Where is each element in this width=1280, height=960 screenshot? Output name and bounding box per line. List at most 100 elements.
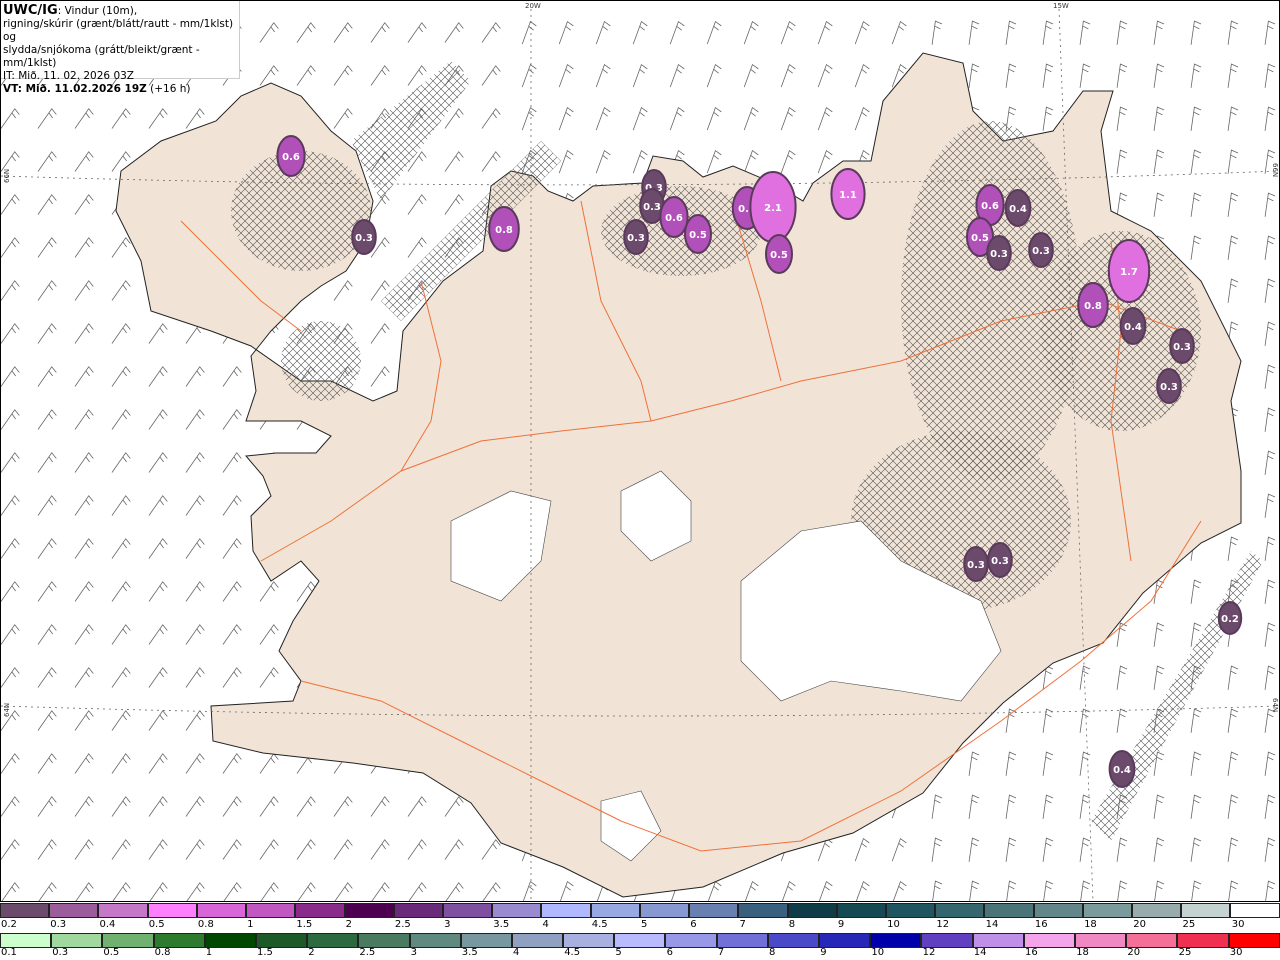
wind-barb bbox=[222, 667, 242, 688]
wind-barb bbox=[595, 20, 611, 45]
weather-map: 0.60.80.30.30.30.60.30.50.72.10.51.10.60… bbox=[0, 0, 1280, 905]
rain-legend-swatch bbox=[614, 933, 666, 948]
precip-value-label: 0.4 bbox=[1113, 765, 1131, 776]
wind-barb bbox=[222, 624, 242, 645]
precip-value-label: 0.3 bbox=[1173, 342, 1191, 353]
snow-legend-label: 1.5 bbox=[296, 919, 313, 930]
wind-barb bbox=[854, 106, 870, 131]
wind-barb bbox=[259, 839, 279, 860]
snow-legend-swatch bbox=[49, 903, 99, 918]
snow-legend-label: 7 bbox=[739, 919, 746, 930]
wind-barb bbox=[595, 149, 611, 174]
wind-barb bbox=[37, 280, 57, 301]
snow-legend-label: 4 bbox=[542, 919, 549, 930]
rain-legend-swatch bbox=[563, 933, 615, 948]
precip-value-label: 0.5 bbox=[689, 230, 707, 241]
rain-legend-swatch bbox=[767, 933, 819, 948]
rain-legend-label: 2.5 bbox=[359, 947, 376, 958]
wind-barb bbox=[968, 63, 980, 88]
rain-legend-label: 12 bbox=[922, 947, 936, 958]
wind-barb bbox=[407, 839, 427, 860]
wind-barb bbox=[1153, 837, 1165, 862]
wind-barb bbox=[185, 495, 205, 516]
wind-barb bbox=[854, 880, 870, 905]
snow-legend-label: 2 bbox=[345, 919, 352, 930]
wind-barb bbox=[111, 581, 131, 602]
wind-barb bbox=[743, 880, 759, 905]
wind-barb bbox=[1116, 880, 1128, 905]
wind-barb bbox=[558, 149, 574, 174]
rain-legend-label: 4.5 bbox=[564, 947, 581, 958]
lat-label-64n-left: 64N bbox=[3, 702, 11, 717]
wind-barb bbox=[296, 796, 316, 817]
wind-barb bbox=[222, 366, 242, 387]
wind-barb bbox=[296, 882, 316, 903]
precip-value-label: 1.1 bbox=[839, 190, 857, 201]
wind-barb bbox=[259, 624, 279, 645]
wind-barb bbox=[780, 106, 796, 131]
wind-barb bbox=[0, 194, 20, 215]
wind-barb bbox=[743, 106, 759, 131]
wind-barb bbox=[481, 151, 501, 172]
snow-legend-label: 20 bbox=[1133, 919, 1147, 930]
wind-barb bbox=[1264, 837, 1276, 862]
wind-barb bbox=[0, 452, 20, 473]
wind-barb bbox=[1005, 751, 1017, 776]
wind-barb bbox=[111, 624, 131, 645]
wind-barb bbox=[444, 22, 464, 43]
snow-legend-swatch bbox=[1033, 903, 1083, 918]
wind-barb bbox=[780, 20, 796, 45]
rain-legend-swatch bbox=[460, 933, 512, 948]
rain-legend-swatch bbox=[204, 933, 256, 948]
snow-legend-swatch bbox=[442, 903, 493, 918]
wind-barb bbox=[259, 581, 279, 602]
wind-barb bbox=[259, 22, 279, 43]
wind-barb bbox=[1042, 63, 1054, 88]
wind-barb bbox=[1005, 837, 1017, 862]
wind-barb bbox=[1227, 235, 1239, 260]
snow-legend-label: 1 bbox=[247, 919, 254, 930]
precip-value-label: 0.6 bbox=[665, 213, 683, 224]
rain-legend-label: 25 bbox=[1178, 947, 1192, 958]
wind-barb bbox=[74, 882, 94, 903]
snow-legend-swatch bbox=[295, 903, 345, 918]
rain-legend-label: 0.5 bbox=[103, 947, 120, 958]
snow-legend-swatch bbox=[393, 903, 443, 918]
wind-barb bbox=[111, 667, 131, 688]
snow-legend-swatch bbox=[984, 903, 1034, 918]
wind-barb bbox=[1190, 751, 1202, 776]
wind-barb bbox=[1116, 837, 1128, 862]
wind-barb bbox=[74, 366, 94, 387]
wind-barb bbox=[817, 106, 833, 131]
rain-legend-label: 2 bbox=[308, 947, 315, 958]
snow-legend-swatch bbox=[147, 903, 197, 918]
wind-barb bbox=[74, 667, 94, 688]
wind-barb bbox=[1227, 880, 1239, 905]
header-line2: rigning/skúrir (grænt/blátt/rautt - mm/1… bbox=[3, 18, 234, 43]
wind-barb bbox=[1227, 794, 1239, 819]
wind-barb bbox=[481, 108, 501, 129]
wind-barb bbox=[817, 20, 833, 45]
wind-barb bbox=[558, 63, 574, 88]
wind-barb bbox=[1153, 794, 1165, 819]
wind-barb bbox=[931, 794, 943, 819]
wind-barb bbox=[632, 149, 648, 174]
wind-barb bbox=[521, 63, 537, 88]
wind-barb bbox=[1042, 106, 1054, 131]
wind-barb bbox=[1264, 63, 1276, 88]
wind-barb bbox=[595, 106, 611, 131]
wind-barb bbox=[891, 20, 907, 45]
precip-value-label: 0.4 bbox=[1009, 204, 1027, 215]
rain-legend-label: 14 bbox=[973, 947, 987, 958]
wind-barb bbox=[148, 796, 168, 817]
rain-legend-label: 18 bbox=[1076, 947, 1089, 958]
wind-barb bbox=[0, 409, 20, 430]
rain-legend-label: 0.3 bbox=[52, 947, 69, 958]
wind-barb bbox=[1190, 149, 1202, 174]
wind-barb bbox=[669, 63, 685, 88]
wind-barb bbox=[521, 106, 537, 131]
wind-barb bbox=[1153, 63, 1165, 88]
wind-barb bbox=[481, 882, 501, 903]
wind-barb bbox=[185, 581, 205, 602]
wind-barb bbox=[1264, 708, 1276, 733]
